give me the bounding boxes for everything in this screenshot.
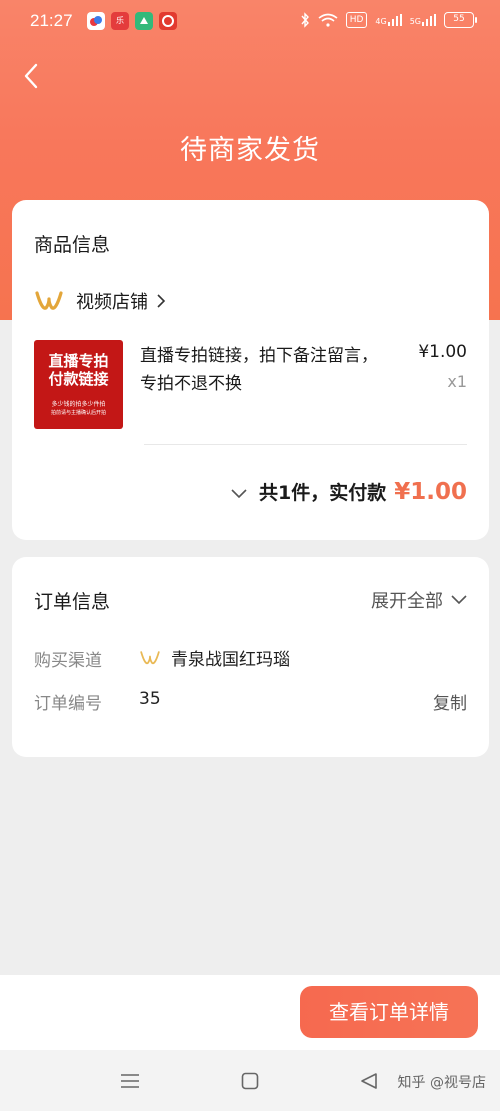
signal-4g-icon: 4G (375, 14, 402, 26)
status-bar: 21:27 乐 HD 4G 5G 55 (0, 0, 500, 44)
music-app-icon: 乐 (111, 12, 129, 30)
shop-name: 视频店铺 (76, 292, 148, 313)
view-order-details-button[interactable]: 查看订单详情 (300, 986, 478, 1038)
back-button[interactable] (20, 62, 44, 90)
goods-section-title: 商品信息 (34, 234, 111, 256)
system-icons: HD 4G 5G 55 (300, 12, 477, 28)
weather-app-icon (87, 12, 105, 30)
wifi-icon (318, 13, 338, 27)
thumb-line3: 多少钱的拍多少件拍 (51, 401, 106, 408)
status-app-icons: 乐 (87, 12, 177, 30)
page-title: 待商家发货 (180, 135, 320, 166)
home-icon[interactable] (241, 1072, 259, 1090)
thumb-line4: 拍前请与主播确认后开拍 (50, 410, 106, 416)
order-section-title: 订单信息 (34, 591, 111, 613)
product-quantity: x1 (447, 372, 467, 391)
signal-5g-icon: 5G (410, 14, 436, 26)
chevron-down-icon (451, 595, 467, 605)
channel-logo-icon (140, 650, 160, 664)
system-nav-bar: 知乎 @视号店 (0, 1050, 500, 1111)
chevron-left-icon (24, 63, 38, 89)
product-name[interactable]: 直播专拍链接，拍下备注留言，专拍不退不换 (140, 342, 390, 398)
expand-all-button[interactable]: 展开全部 (371, 587, 467, 613)
order-number-label: 订单编号 (34, 694, 102, 714)
battery-icon: 55 (444, 12, 477, 28)
order-number-value: 35 (139, 689, 161, 709)
payment-summary[interactable]: 共1件，实付款 ¥1.00 (231, 478, 467, 505)
chevron-right-icon (157, 294, 166, 308)
netease-app-icon (159, 12, 177, 30)
shop-logo-icon (35, 291, 63, 310)
watermark-text: 知乎 @视号店 (397, 1075, 486, 1091)
back-icon[interactable] (360, 1072, 378, 1090)
divider (144, 444, 467, 445)
thumb-line2: 付款链接 (48, 370, 109, 388)
summary-text: 共1件，实付款 (259, 482, 387, 504)
menu-icon[interactable] (120, 1072, 140, 1090)
goods-info-card: 商品信息 视频店铺 直播专拍 付款链接 多少钱的拍多少件拍 拍前请与主播确认后开… (12, 200, 489, 540)
channel-value: 青泉战国红玛瑙 (139, 645, 290, 670)
product-thumbnail[interactable]: 直播专拍 付款链接 多少钱的拍多少件拍 拍前请与主播确认后开拍 (34, 340, 123, 429)
summary-amount: ¥1.00 (394, 479, 467, 505)
channel-name: 青泉战国红玛瑙 (171, 650, 290, 670)
bluetooth-icon (301, 12, 309, 28)
order-info-card: 订单信息 展开全部 购买渠道 青泉战国红玛瑙 订单编号 35 复制 (12, 557, 489, 757)
status-time: 21:27 (30, 11, 73, 30)
bottom-action-bar: 查看订单详情 (0, 975, 500, 1050)
chevron-down-icon (231, 489, 247, 499)
hd-badge: HD (345, 12, 368, 28)
copy-button[interactable]: 复制 (433, 689, 467, 714)
thumb-line1: 直播专拍 (48, 352, 109, 370)
game-app-icon (135, 12, 153, 30)
channel-label: 购买渠道 (34, 651, 102, 671)
shop-link[interactable]: 视频店铺 (34, 288, 166, 314)
expand-all-label: 展开全部 (371, 591, 443, 612)
product-price: ¥1.00 (418, 342, 467, 362)
